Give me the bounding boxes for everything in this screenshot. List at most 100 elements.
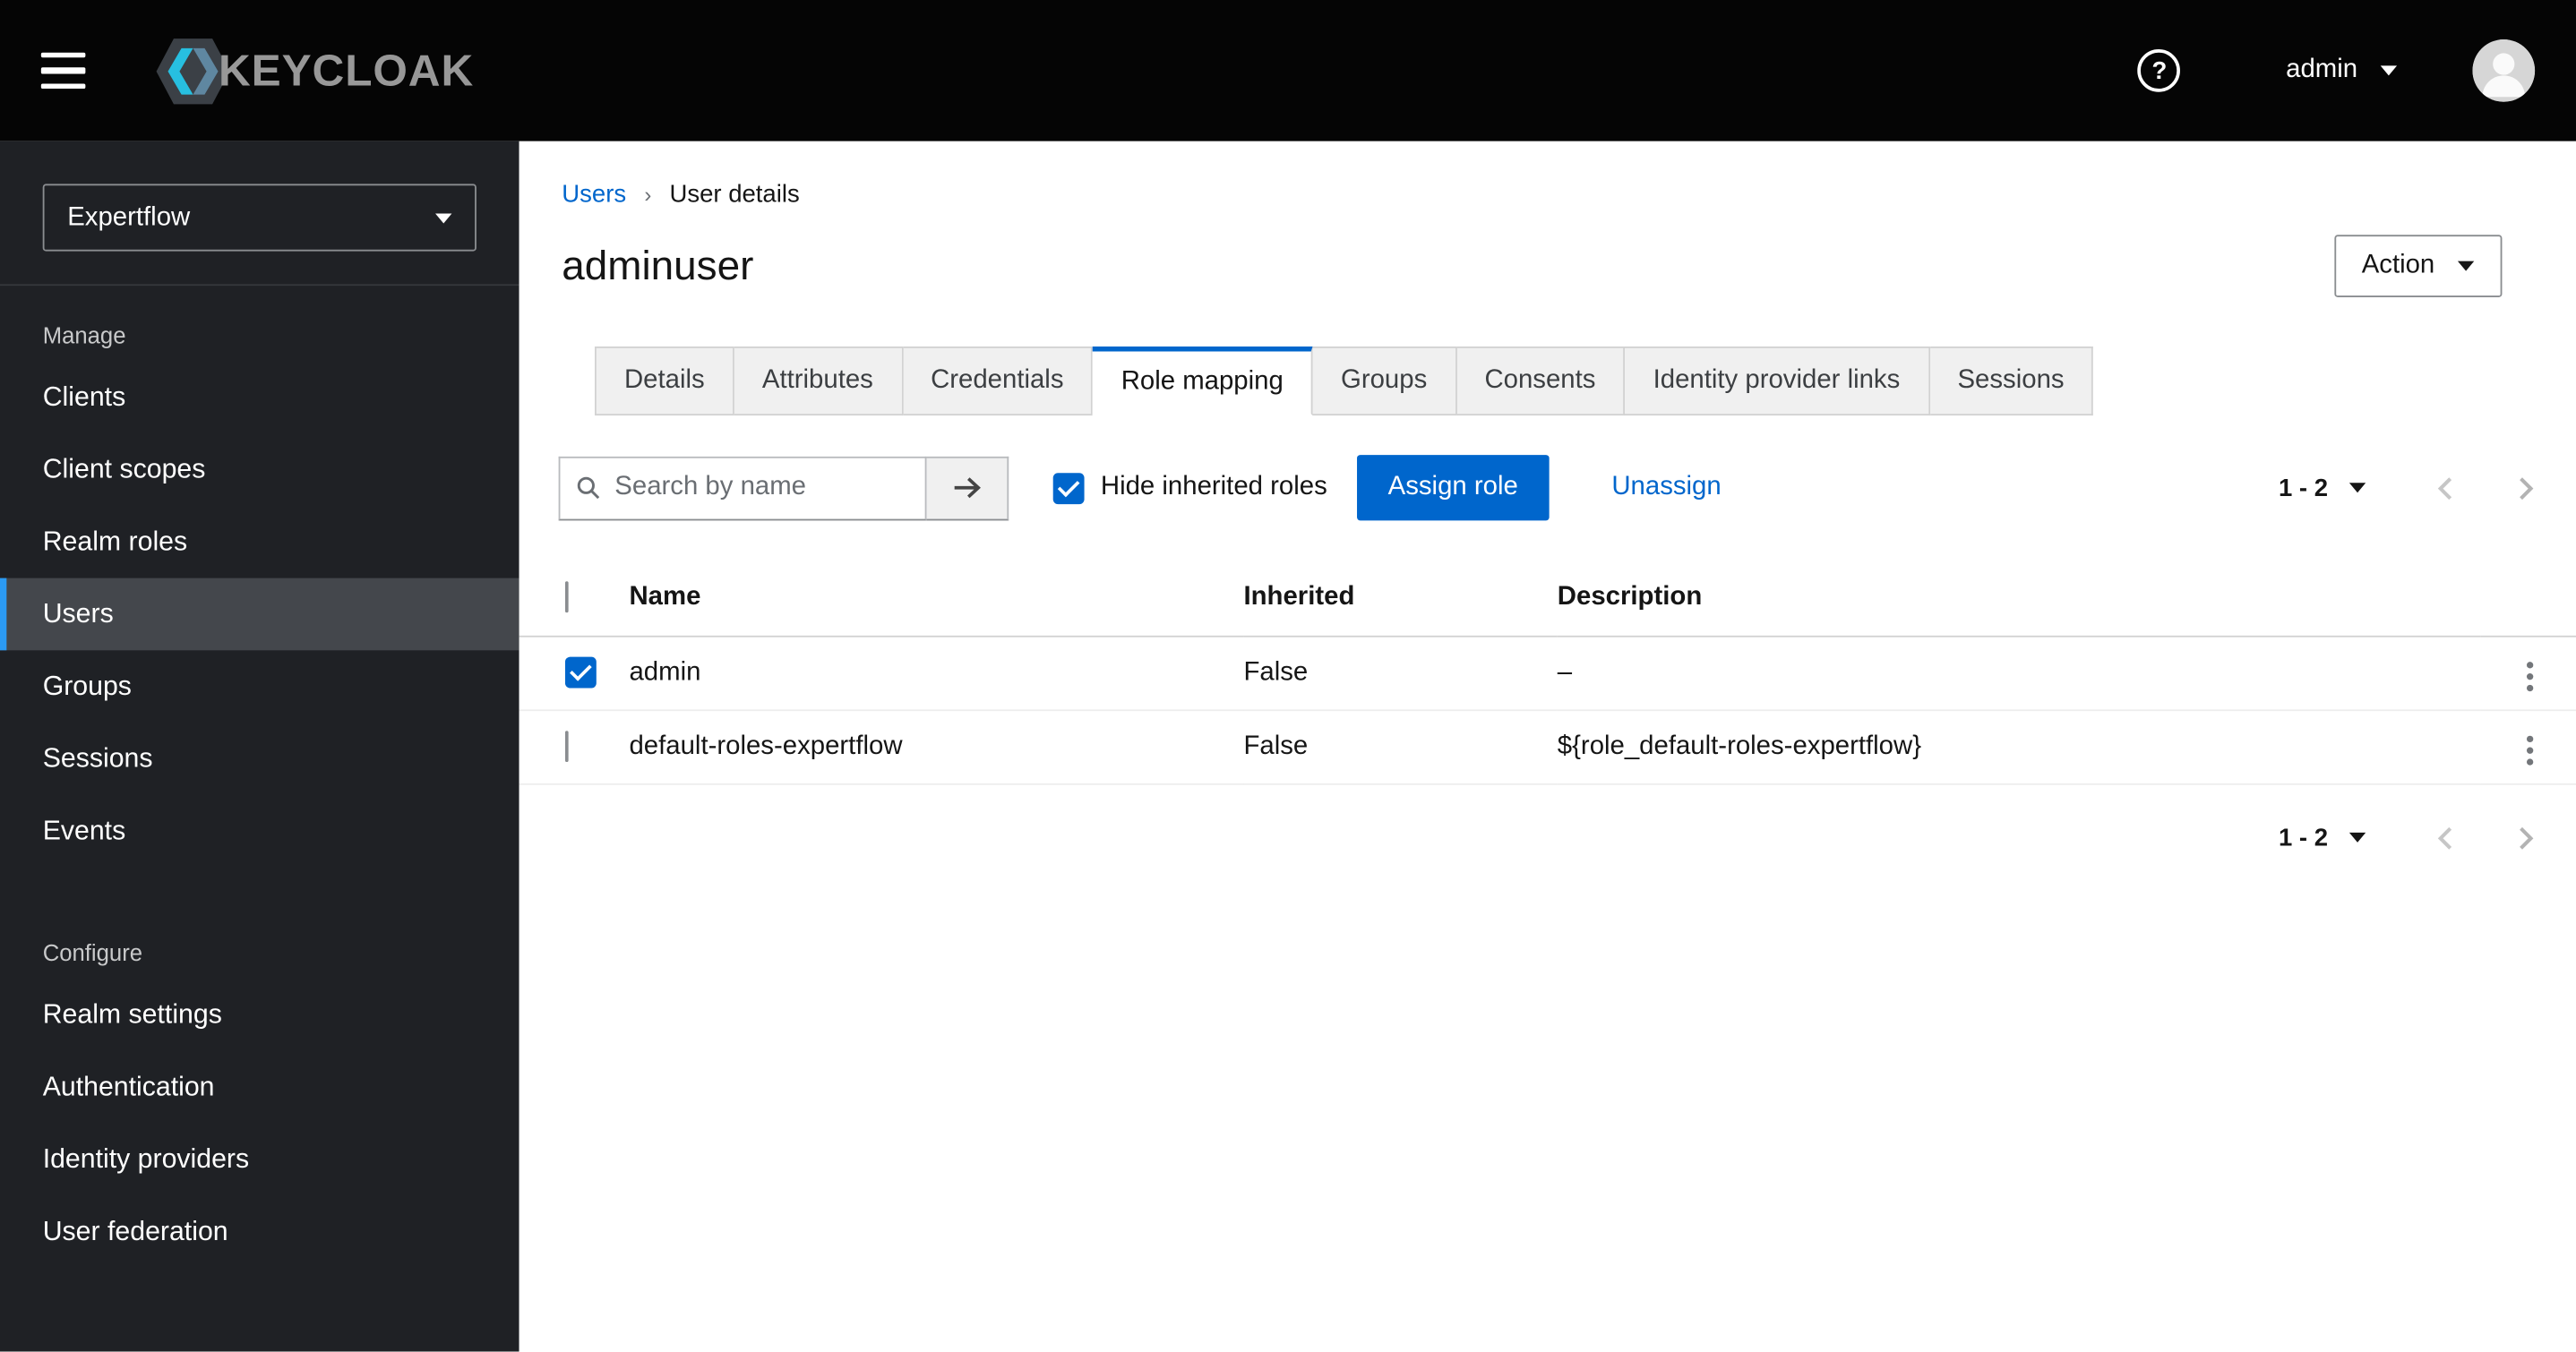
- chevron-right-icon: [2520, 826, 2534, 849]
- sidebar-item-client-scopes[interactable]: Client scopes: [0, 433, 519, 506]
- arrow-right-icon: [953, 477, 981, 499]
- hide-inherited-roles-group: Hide inherited roles: [1052, 472, 1327, 504]
- row-checkbox[interactable]: [564, 656, 597, 689]
- realm-selector[interactable]: Expertflow: [42, 184, 477, 252]
- nav-section-title: Manage: [42, 321, 126, 348]
- breadcrumb-users-link[interactable]: Users: [562, 181, 626, 209]
- realm-selector-value: Expertflow: [67, 202, 191, 231]
- keycloak-admin-console: KEYCLOAK ? admin Expertflow Manage Clien…: [0, 0, 2576, 1352]
- hide-inherited-checkbox[interactable]: [1052, 472, 1085, 504]
- sidebar-item-sessions[interactable]: Sessions: [0, 723, 519, 795]
- pagination-prev-button[interactable]: [2434, 474, 2456, 501]
- hide-inherited-label: Hide inherited roles: [1100, 473, 1327, 501]
- sidebar-item-groups[interactable]: Groups: [0, 650, 519, 723]
- pagination-menu-toggle[interactable]: 1 - 2: [2279, 824, 2366, 851]
- chevron-down-icon: [2457, 261, 2475, 271]
- search-input[interactable]: [614, 473, 909, 503]
- tab-details[interactable]: Details: [594, 347, 734, 416]
- keycloak-logo[interactable]: KEYCLOAK: [154, 32, 474, 109]
- tabs: Details Attributes Credentials Role mapp…: [594, 347, 2576, 416]
- search-box: [558, 455, 927, 520]
- role-inherited: False: [1243, 709, 1558, 784]
- tab-identity-provider-links[interactable]: Identity provider links: [1625, 347, 1930, 416]
- sidebar-item-realm-roles[interactable]: Realm roles: [0, 506, 519, 578]
- nav-section-title: Configure: [42, 939, 143, 966]
- breadcrumb-current: User details: [669, 180, 800, 209]
- tab-role-mapping[interactable]: Role mapping: [1093, 347, 1313, 416]
- pagination-menu-toggle[interactable]: 1 - 2: [2279, 474, 2366, 501]
- kebab-menu-icon[interactable]: [2517, 655, 2543, 698]
- role-name: admin: [629, 635, 1244, 711]
- sidebar-nav: Manage Clients Client scopes Realm roles…: [0, 284, 519, 1268]
- chevron-left-icon: [2437, 826, 2452, 849]
- sidebar-item-events[interactable]: Events: [0, 795, 519, 868]
- sidebar-item-user-federation[interactable]: User federation: [0, 1195, 519, 1268]
- pagination-nav: [2434, 824, 2537, 851]
- unassign-link[interactable]: Unassign: [1611, 473, 1721, 502]
- sidebar-item-realm-settings[interactable]: Realm settings: [0, 979, 519, 1051]
- role-mapping-table: Name Inherited Description admin False –: [519, 560, 2576, 784]
- chevron-down-icon: [2348, 483, 2366, 493]
- column-header-name: Name: [629, 560, 1244, 637]
- column-header-inherited: Inherited: [1243, 560, 1558, 637]
- masthead-right: ? admin: [2138, 39, 2536, 102]
- pagination-range: 1 - 2: [2278, 823, 2329, 852]
- chevron-right-icon: [2520, 476, 2534, 500]
- tab-groups[interactable]: Groups: [1312, 347, 1457, 416]
- pagination-range: 1 - 2: [2278, 474, 2329, 502]
- role-description: ${role_default-roles-expertflow}: [1557, 709, 2481, 784]
- brand-text: KEYCLOAK: [218, 45, 475, 95]
- avatar-placeholder-icon: [2472, 39, 2536, 102]
- help-icon[interactable]: ?: [2138, 49, 2181, 92]
- action-dropdown-label: Action: [2361, 251, 2435, 279]
- action-dropdown-button[interactable]: Action: [2333, 235, 2503, 297]
- sidebar-item-users[interactable]: Users: [0, 578, 519, 651]
- search-group: [558, 455, 1009, 520]
- pagination-next-button[interactable]: [2515, 824, 2537, 851]
- breadcrumb: Users › User details: [519, 141, 2576, 209]
- table-header-row: Name Inherited Description: [519, 560, 2576, 637]
- role-description: –: [1557, 635, 2481, 711]
- column-header-description: Description: [1557, 560, 2481, 637]
- select-all-checkbox[interactable]: [564, 580, 569, 612]
- toolbar: Hide inherited roles Assign role Unassig…: [519, 415, 2576, 521]
- row-checkbox[interactable]: [564, 730, 569, 762]
- sidebar: Expertflow Manage Clients Client scopes …: [0, 141, 519, 1352]
- tab-attributes[interactable]: Attributes: [734, 347, 903, 416]
- chevron-left-icon: [2437, 476, 2452, 500]
- user-menu[interactable]: admin: [2286, 56, 2398, 85]
- tab-credentials[interactable]: Credentials: [902, 347, 1094, 416]
- nav-section-manage: Manage Clients Client scopes Realm roles…: [0, 292, 519, 867]
- search-icon: [577, 476, 600, 500]
- username: admin: [2286, 56, 2358, 84]
- table-row: admin False –: [519, 635, 2576, 711]
- chevron-down-icon: [435, 212, 452, 223]
- masthead: KEYCLOAK ? admin: [0, 0, 2576, 141]
- sidebar-item-authentication[interactable]: Authentication: [0, 1051, 519, 1124]
- role-name: default-roles-expertflow: [629, 709, 1244, 784]
- role-inherited: False: [1243, 635, 1558, 711]
- page-title: adminuser: [562, 242, 754, 288]
- assign-role-button[interactable]: Assign role: [1356, 455, 1550, 521]
- top-pagination: 1 - 2: [2279, 474, 2537, 501]
- main-content: Users › User details adminuser Action De…: [519, 141, 2576, 1352]
- bottom-pagination: 1 - 2: [2279, 824, 2537, 851]
- sidebar-item-clients[interactable]: Clients: [0, 362, 519, 434]
- avatar: [2472, 39, 2536, 102]
- tab-consents[interactable]: Consents: [1456, 347, 1626, 416]
- chevron-down-icon: [2348, 832, 2366, 843]
- table-row: default-roles-expertflow False ${role_de…: [519, 709, 2576, 784]
- breadcrumb-separator-icon: ›: [644, 182, 652, 208]
- tab-sessions[interactable]: Sessions: [1929, 347, 2094, 416]
- bottom-pagination-wrap: 1 - 2: [519, 784, 2576, 851]
- pagination-next-button[interactable]: [2515, 474, 2537, 501]
- nav-section-configure: Configure Realm settings Authentication …: [0, 910, 519, 1268]
- pagination-nav: [2434, 474, 2537, 501]
- page-header: adminuser Action: [519, 209, 2576, 297]
- pagination-prev-button[interactable]: [2434, 824, 2456, 851]
- kebab-menu-icon[interactable]: [2517, 729, 2543, 772]
- nav-toggle-hamburger-icon[interactable]: [40, 52, 86, 90]
- chevron-down-icon: [2380, 65, 2398, 76]
- search-submit-button[interactable]: [926, 455, 1009, 520]
- sidebar-item-identity-providers[interactable]: Identity providers: [0, 1124, 519, 1196]
